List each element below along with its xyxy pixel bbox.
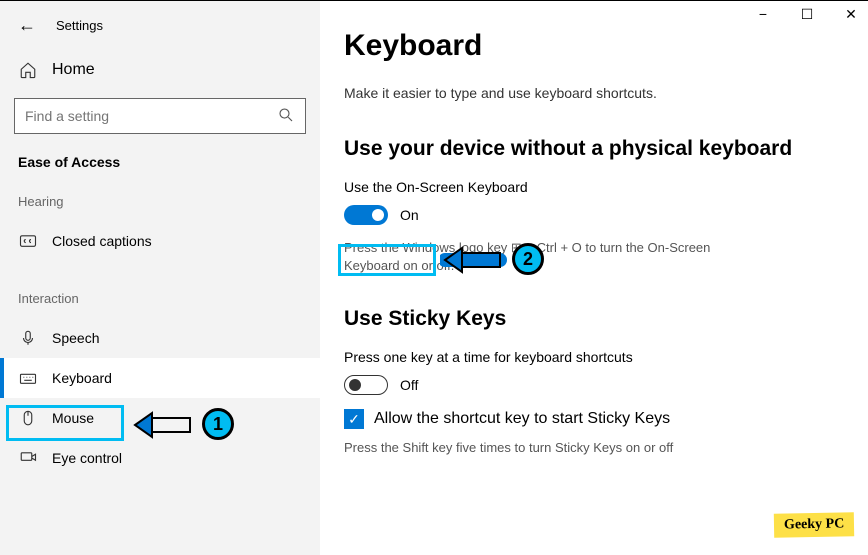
category-header: Ease of Access [0, 154, 320, 170]
group-hearing: Hearing [0, 194, 320, 209]
home-label: Home [52, 61, 95, 79]
section-sticky-header: Use Sticky Keys [344, 307, 844, 331]
sidebar-item-label: Keyboard [52, 370, 112, 386]
osk-toggle-state: On [400, 207, 419, 223]
back-button[interactable]: ← [18, 15, 36, 36]
closed-captions-icon [18, 231, 38, 251]
sidebar-item-label: Speech [52, 330, 99, 346]
home-nav[interactable]: Home [0, 52, 320, 88]
minimize-button[interactable]: − [754, 5, 772, 23]
osk-label: Use the On-Screen Keyboard [344, 179, 844, 195]
sidebar-item-keyboard[interactable]: Keyboard [0, 358, 320, 398]
sticky-shortcut-checkbox[interactable]: ✓ [344, 409, 364, 429]
sidebar-item-eye-control[interactable]: Eye control [0, 438, 320, 478]
keyboard-icon [18, 368, 38, 388]
home-icon [18, 60, 38, 80]
osk-help-text: Press the Windows logo key ⊞ + Ctrl + O … [344, 239, 764, 275]
sidebar-item-speech[interactable]: Speech [0, 318, 320, 358]
eye-control-icon [18, 448, 38, 468]
watermark: Geeky PC [774, 512, 855, 537]
sidebar-item-label: Closed captions [52, 233, 152, 249]
mouse-icon [18, 408, 38, 428]
section-osk-header: Use your device without a physical keybo… [344, 137, 844, 161]
group-interaction: Interaction [0, 291, 320, 306]
search-box[interactable] [14, 98, 306, 134]
sidebar-item-label: Eye control [52, 450, 122, 466]
toggle-knob [372, 209, 384, 221]
search-icon [277, 106, 295, 127]
toggle-knob [349, 379, 361, 391]
sticky-toggle-state: Off [400, 377, 418, 393]
app-title: Settings [56, 18, 103, 33]
page-title: Keyboard [344, 29, 844, 63]
checkmark-icon: ✓ [348, 411, 360, 428]
search-input[interactable] [25, 108, 277, 124]
sticky-toggle[interactable] [344, 375, 388, 395]
microphone-icon [18, 328, 38, 348]
sticky-help-text: Press the Shift key five times to turn S… [344, 439, 764, 457]
sticky-label: Press one key at a time for keyboard sho… [344, 349, 844, 365]
close-button[interactable]: ✕ [842, 5, 860, 23]
sticky-checkbox-label: Allow the shortcut key to start Sticky K… [374, 410, 670, 428]
main-content: Keyboard Make it easier to type and use … [320, 1, 868, 555]
settings-window: ← Settings Home Ease of Access Hearing C… [0, 0, 868, 555]
sidebar: ← Settings Home Ease of Access Hearing C… [0, 1, 320, 555]
maximize-button[interactable]: ☐ [798, 5, 816, 23]
page-subtitle: Make it easier to type and use keyboard … [344, 85, 844, 101]
sidebar-item-label: Mouse [52, 410, 94, 426]
sidebar-item-closed-captions[interactable]: Closed captions [0, 221, 320, 261]
osk-toggle[interactable] [344, 205, 388, 225]
sidebar-item-mouse[interactable]: Mouse [0, 398, 320, 438]
